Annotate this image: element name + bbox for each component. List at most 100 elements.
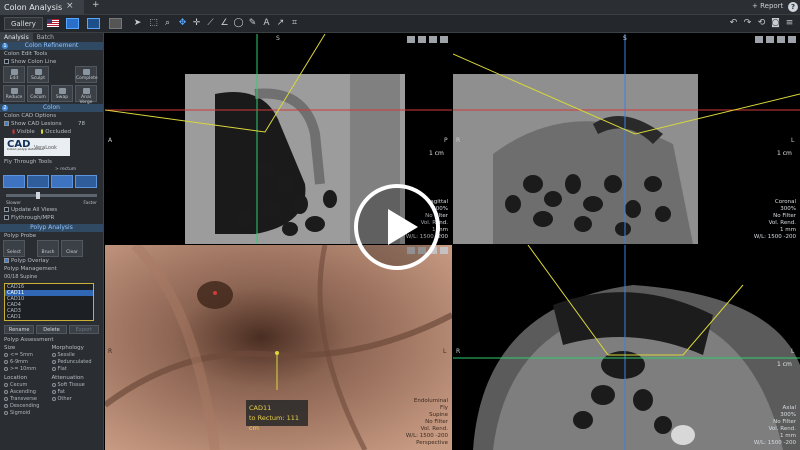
layout-1x2-icon[interactable] (87, 18, 100, 29)
menu-icon[interactable] (440, 36, 448, 43)
crop-icon[interactable]: ⌗ (289, 18, 300, 29)
cecum-button[interactable]: Cecum (27, 85, 49, 102)
show-cad-checkbox[interactable]: Show CAD Lesions 78 (0, 120, 103, 128)
checkbox[interactable] (4, 59, 9, 64)
radio[interactable] (4, 366, 8, 371)
rename-button[interactable]: Rename (4, 325, 35, 334)
colon-refinement-header[interactable]: 1 Colon Refinement (0, 42, 103, 50)
flythrough-mpr-checkbox[interactable]: Flythrough/MPR (0, 214, 103, 222)
reset-icon[interactable] (766, 36, 774, 43)
swap-button[interactable]: Swap (51, 85, 73, 102)
endoluminal-viewport[interactable]: CAD11 to Rectum: 111 cm R L Endoluminal … (105, 245, 452, 450)
delete-button[interactable]: Delete (36, 325, 67, 334)
gallery-button[interactable]: Gallery (4, 17, 43, 30)
layout-icon[interactable] (407, 36, 415, 43)
radio[interactable] (51, 389, 56, 394)
pan-icon[interactable]: ✥ (177, 18, 188, 29)
arrow-icon[interactable]: ↗ (275, 18, 286, 29)
checkbox[interactable] (4, 121, 9, 126)
radio[interactable] (4, 396, 8, 401)
morphology-radio[interactable]: Flat (51, 366, 100, 372)
pointer-icon[interactable]: ➤ (132, 18, 143, 29)
speed-slider[interactable] (6, 192, 97, 199)
sculpt-button[interactable]: Sculpt (27, 66, 49, 83)
fly-backward-button[interactable] (3, 175, 25, 188)
brush-button[interactable]: Brush (37, 240, 59, 257)
polyp-list[interactable]: CAD16 CAD11 CAD10 CAD4 CAD3 CAD1 (4, 283, 94, 321)
clear-button[interactable]: Clear (61, 240, 83, 257)
tab-colon-analysis[interactable]: Colon Analysis × (0, 0, 84, 15)
radio[interactable] (51, 382, 56, 387)
camera-icon[interactable] (777, 36, 785, 43)
colon-header[interactable]: 2 Colon (0, 104, 103, 112)
anal-verge-button[interactable]: Anal Verge (75, 85, 97, 105)
text-icon[interactable]: A (261, 18, 272, 29)
tab-analysis[interactable]: Analysis (0, 33, 33, 42)
location-radio[interactable]: Ascending (4, 389, 52, 395)
radio[interactable] (4, 382, 8, 387)
radio[interactable] (4, 359, 8, 364)
layout-icon[interactable] (755, 36, 763, 43)
location-radio[interactable]: Cecum (4, 382, 52, 388)
checkbox[interactable] (4, 207, 9, 212)
morphology-radio[interactable]: Sessile (51, 352, 100, 358)
radio[interactable] (51, 396, 56, 401)
complete-button[interactable]: Complete (75, 66, 98, 83)
angle-icon[interactable]: ∠ (219, 18, 230, 29)
ellipse-icon[interactable]: ◯ (233, 18, 244, 29)
list-item[interactable]: CAD1 (5, 314, 93, 320)
layout-2x2-icon[interactable] (66, 18, 79, 29)
menu-icon[interactable] (788, 36, 796, 43)
checkbox[interactable] (4, 215, 9, 220)
layout-single-icon[interactable] (109, 18, 122, 29)
camera-icon[interactable] (429, 36, 437, 43)
menu-icon[interactable]: ≡ (784, 18, 795, 29)
update-all-views-checkbox[interactable]: Update All Views (0, 206, 103, 214)
show-colon-line-checkbox[interactable]: Show Colon Line (0, 58, 103, 66)
reset-icon[interactable] (418, 36, 426, 43)
reset-icon[interactable]: ⟲ (756, 18, 767, 29)
attenuation-radio[interactable]: Soft Tissue (51, 382, 100, 388)
fly-turn-button[interactable] (75, 175, 97, 188)
radio[interactable] (51, 352, 56, 357)
radio[interactable] (51, 366, 56, 371)
location-radio[interactable]: Descending (4, 403, 52, 409)
select-icon[interactable]: ⬚ (148, 18, 159, 29)
zoom-icon[interactable]: ⌕ (162, 18, 173, 29)
radio[interactable] (4, 352, 8, 357)
checkbox[interactable] (4, 258, 9, 263)
morphology-radio[interactable]: Pedunculated (51, 359, 100, 365)
reduce-button[interactable]: Reduce (3, 85, 25, 102)
menu-icon[interactable] (440, 247, 448, 254)
size-radio[interactable]: >= 10mm (4, 366, 52, 372)
radio[interactable] (51, 359, 56, 364)
camera-icon[interactable]: ◙ (770, 18, 781, 29)
freehand-icon[interactable]: ✎ (247, 18, 258, 29)
help-icon[interactable]: ? (788, 2, 798, 12)
new-tab-button[interactable]: + (92, 0, 100, 10)
radio[interactable] (4, 410, 8, 415)
fly-forward-button[interactable] (51, 175, 73, 188)
radio[interactable] (4, 403, 8, 408)
radio[interactable] (4, 389, 8, 394)
play-button[interactable] (354, 184, 440, 270)
polyp-analysis-header[interactable]: Polyp Analysis (0, 224, 103, 232)
attenuation-radio[interactable]: Other (51, 396, 100, 402)
axial-viewport[interactable]: R L 1 cm Axial 300% No Filter Vol. Rend.… (453, 245, 800, 450)
redo-icon[interactable]: ↷ (742, 18, 753, 29)
close-tab-icon[interactable]: × (66, 1, 74, 11)
fly-pause-button[interactable] (27, 175, 49, 188)
location-radio[interactable]: Transverse (4, 396, 52, 402)
tab-batch[interactable]: Batch (33, 33, 58, 42)
crosshair-icon[interactable]: ✛ (191, 18, 202, 29)
measure-icon[interactable]: ⟋ (205, 18, 216, 29)
size-radio[interactable]: <= 5mm (4, 352, 52, 358)
export-button[interactable]: Export (68, 325, 99, 334)
flag-icon[interactable] (47, 19, 59, 27)
attenuation-radio[interactable]: Fat (51, 389, 100, 395)
polyp-overlay-checkbox[interactable]: Polyp Overlay (0, 257, 103, 265)
coronal-viewport[interactable]: S R L 1 cm Coronal 300% No Filter Vol. R… (453, 34, 800, 244)
size-radio[interactable]: 6-9mm (4, 359, 52, 365)
edit-button[interactable]: Edit (3, 66, 25, 83)
location-radio[interactable]: Sigmoid (4, 410, 52, 416)
